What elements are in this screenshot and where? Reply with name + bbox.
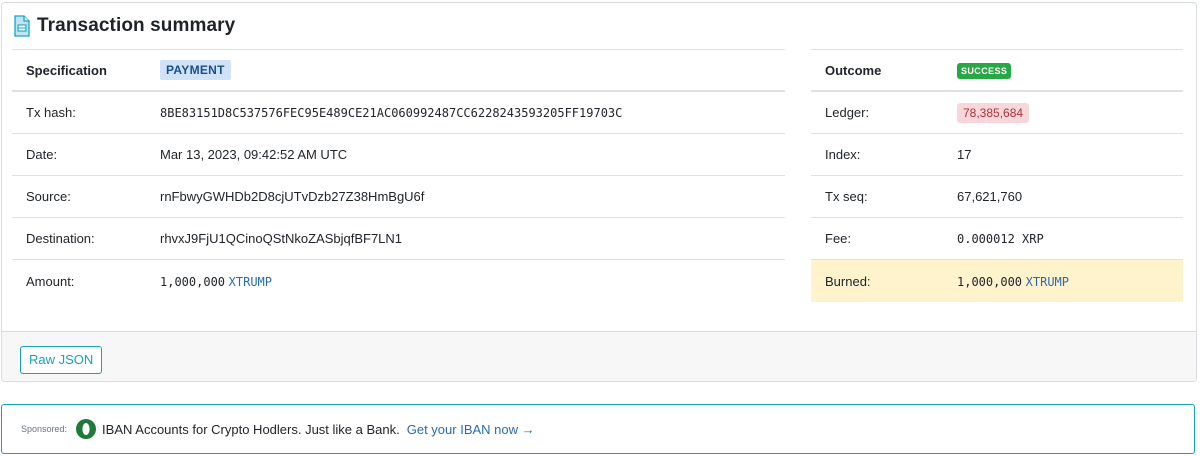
date-label: Date: [26, 147, 58, 162]
specification-label: Specification [26, 62, 107, 78]
sponsored-banner[interactable]: Sponsored: IBAN Accounts for Crypto Hodl… [1, 404, 1195, 454]
iban-logo-icon [76, 419, 97, 439]
fee-value: 0.000012 XRP [957, 231, 1044, 246]
amount-row: Amount: 1,000,000 XTRUMP [12, 260, 785, 302]
ledger-number-link[interactable]: 78,385,684 [957, 102, 1030, 123]
index-label: Index: [825, 147, 861, 162]
outcome-table: Outcome SUCCESS Ledger: 78,385,684 Index… [811, 49, 1183, 302]
source-address-link[interactable]: rnFbwyGWHDb2D8cjUTvDzb27Z38HmBgU6f [160, 189, 424, 204]
card-header: Transaction summary [2, 3, 1196, 49]
amount-label: Amount: [26, 273, 75, 289]
fee-row: Fee: 0.000012 XRP [811, 218, 1183, 260]
date-row: Date: Mar 13, 2023, 09:42:52 AM UTC [12, 134, 785, 176]
index-row: Index: 17 [811, 134, 1183, 176]
page-title: Transaction summary [37, 15, 236, 36]
fee-label: Fee: [825, 231, 852, 246]
success-status-badge: SUCCESS [957, 62, 1012, 79]
burned-row: Burned: 1,000,000 XTRUMP [811, 260, 1183, 302]
sponsored-label: Sponsored: [21, 424, 68, 434]
tx-seq-value: 67,621,760 [957, 189, 1023, 204]
destination-label: Destination: [26, 231, 95, 246]
tx-hash-row: Tx hash: 8BE83151D8C537576FEC95E489CE21A… [12, 92, 785, 134]
outcome-header-row: Outcome SUCCESS [811, 49, 1183, 92]
date-value: Mar 13, 2023, 09:42:52 AM UTC [160, 147, 348, 162]
source-label: Source: [26, 189, 71, 204]
tx-hash-value: 8BE83151D8C537576FEC95E489CE21AC06099248… [160, 105, 623, 120]
burned-currency-link[interactable]: XTRUMP [1026, 275, 1069, 289]
amount-value: 1,000,000 [160, 274, 226, 289]
tx-hash-label: Tx hash: [26, 105, 76, 120]
specification-header-row: Specification PAYMENT [12, 49, 785, 92]
payment-type-badge: PAYMENT [160, 60, 231, 80]
amount-currency-link[interactable]: XTRUMP [229, 275, 272, 289]
transaction-summary-card: Transaction summary Specification PAYMEN… [1, 2, 1197, 382]
burned-amount-value: 1,000,000 [957, 274, 1023, 289]
sponsored-text: IBAN Accounts for Crypto Hodlers. Just l… [102, 421, 400, 437]
document-icon [14, 15, 30, 37]
raw-json-button[interactable]: Raw JSON [20, 346, 103, 374]
summary-tables: Specification PAYMENT Tx hash: 8BE83151D… [12, 49, 1186, 309]
destination-address-link[interactable]: rhvxJ9FjU1QCinoQStNkoZASbjqfBF7LN1 [160, 231, 402, 246]
ledger-label: Ledger: [825, 105, 870, 120]
card-footer: Raw JSON [2, 331, 1196, 381]
index-value: 17 [957, 147, 972, 162]
outcome-label: Outcome [825, 62, 882, 78]
ledger-row: Ledger: 78,385,684 [811, 92, 1183, 134]
burned-label: Burned: [825, 273, 871, 289]
tx-seq-label: Tx seq: [825, 189, 868, 204]
specification-table: Specification PAYMENT Tx hash: 8BE83151D… [12, 49, 785, 302]
get-iban-link[interactable]: Get your IBAN now → [407, 422, 535, 437]
source-row: Source: rnFbwyGWHDb2D8cjUTvDzb27Z38HmBgU… [12, 176, 785, 218]
destination-row: Destination: rhvxJ9FjU1QCinoQStNkoZASbjq… [12, 218, 785, 260]
tx-seq-row: Tx seq: 67,621,760 [811, 176, 1183, 218]
